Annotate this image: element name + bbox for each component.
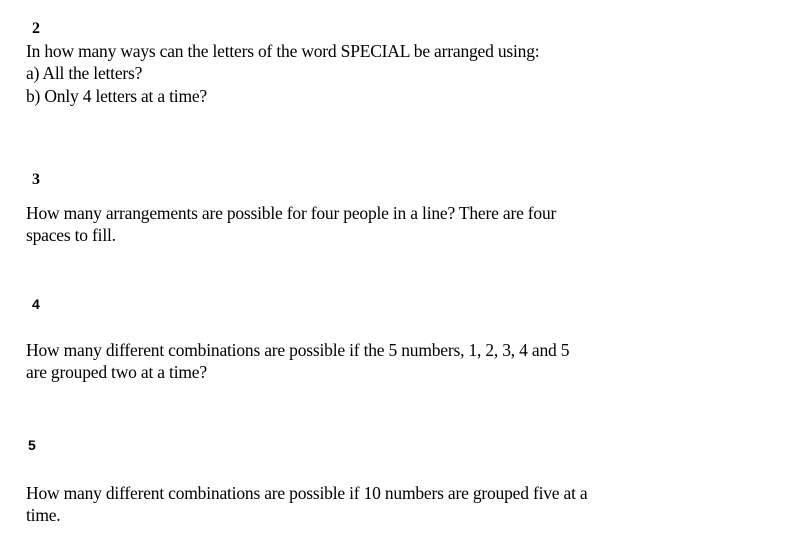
question-part-a: a) All the letters? xyxy=(26,63,143,83)
question-number: 4 xyxy=(32,296,40,312)
question-text-continued: spaces to fill. xyxy=(26,225,116,245)
question-part-b: b) Only 4 letters at a time? xyxy=(26,86,208,106)
question-text: How many arrangements are possible for f… xyxy=(26,203,557,223)
question-number: 3 xyxy=(32,171,40,188)
question-number: 5 xyxy=(28,437,36,453)
question-text-continued: time. xyxy=(26,505,61,525)
question-number: 2 xyxy=(32,20,40,37)
question-text: In how many ways can the letters of the … xyxy=(26,41,540,61)
question-text-continued: are grouped two at a time? xyxy=(26,362,207,382)
question-text: How many different combinations are poss… xyxy=(26,483,588,503)
question-text: How many different combinations are poss… xyxy=(26,340,570,360)
